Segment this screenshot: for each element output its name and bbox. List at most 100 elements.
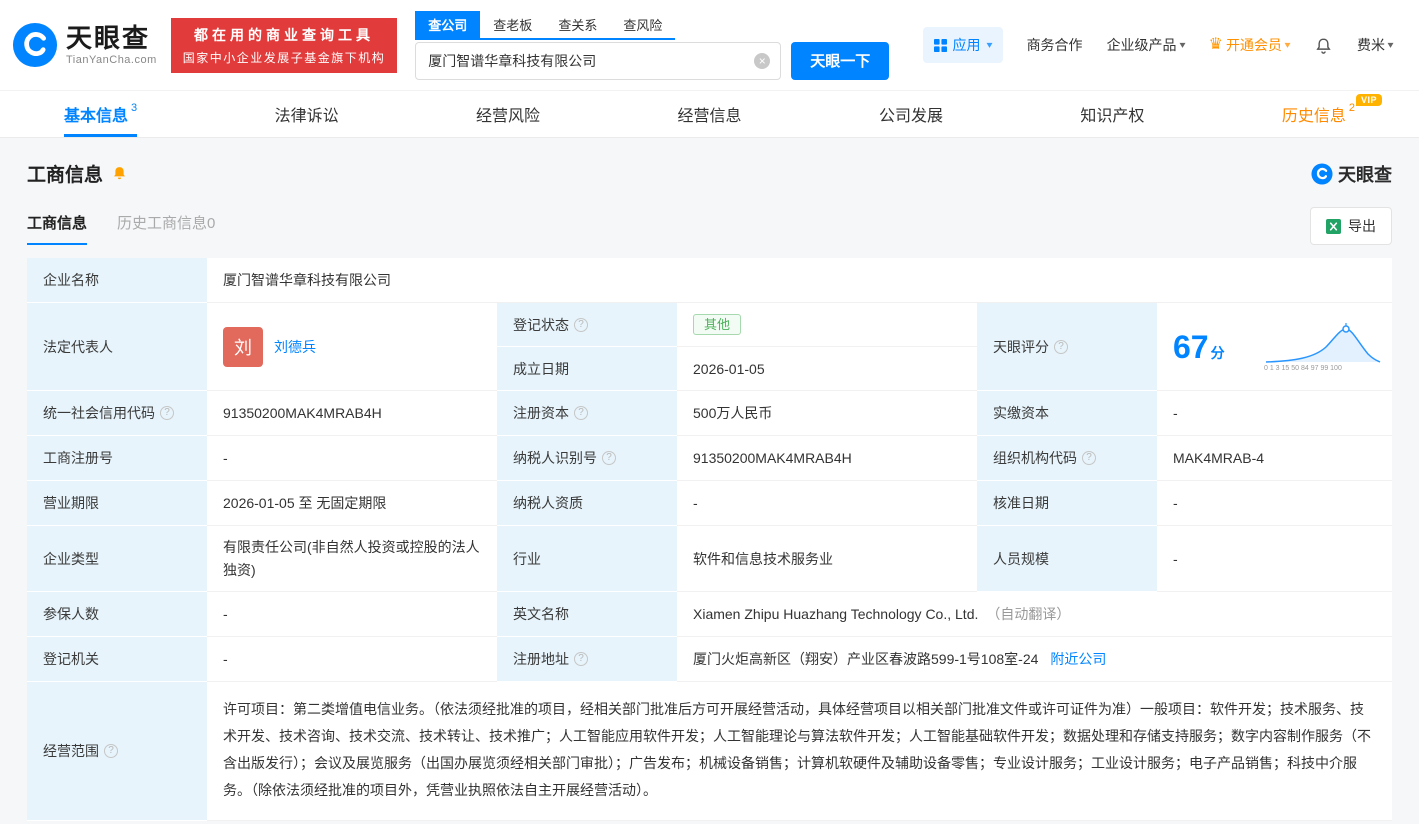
field-reg-status-label: 登记状态 ? [497,303,677,347]
help-question-icon[interactable]: ? [574,652,588,666]
chevron-down-icon: ▾ [1387,39,1394,51]
help-question-icon[interactable]: ? [160,406,174,420]
promo-line2: 国家中小企业发展子基金旗下机构 [182,50,386,65]
field-business-term-value: 2026-01-05 至 无固定期限 [207,481,497,526]
menu-cooperation[interactable]: 商务合作 [1027,35,1083,55]
field-reg-authority-value: - [207,637,497,682]
field-insured-count-label: 参保人数 [27,592,207,637]
help-question-icon[interactable]: ? [1054,339,1068,354]
field-reg-address-value: 厦门火炬高新区（翔安）产业区春波路599-1号108室-24 附近公司 [677,637,1392,682]
field-org-code-label: 组织机构代码 ? [977,436,1157,481]
score-axis-labels: 0 1 3 15 50 84 97 99 100 [1264,364,1342,372]
field-establish-date-value: 2026-01-05 [677,347,977,391]
menu-enterprise[interactable]: 企业级产品 ▾ [1107,35,1186,55]
clear-search-icon[interactable]: × [754,52,771,69]
field-score-value[interactable]: 67 分 0 1 3 15 50 84 97 99 100 [1157,303,1392,391]
field-taxpayer-id-value: 91350200MAK4MRAB4H [677,436,977,481]
tab-operating-risk[interactable]: 经营风险 [476,91,540,137]
brand-name: 天眼查 [66,22,151,53]
field-establish-date-label: 成立日期 [497,347,677,391]
score-number: 67 [1173,328,1209,365]
tab-legal-litigation[interactable]: 法律诉讼 [275,91,339,137]
vip-badge: VIP [1355,94,1382,106]
search-box[interactable]: × [415,41,782,80]
notification-bell-icon[interactable] [1314,36,1333,55]
field-reg-status-value: 其他 [677,303,977,347]
status-badge: 其他 [693,314,742,335]
field-credit-code-value: 91350200MAK4MRAB4H [207,391,497,436]
nearby-companies-link[interactable]: 附近公司 [1050,649,1106,669]
chevron-down-icon: ▾ [986,39,993,51]
menu-vip[interactable]: ♛ 开通会员 ▾ [1208,35,1291,55]
help-question-icon[interactable]: ? [574,317,588,332]
field-business-scope-label: 经营范围 ? [27,682,207,821]
top-menu: 应用 ▾ 商务合作 企业级产品 ▾ ♛ 开通会员 ▾ 费米 ▾ [922,27,1394,63]
tab-intellectual-property[interactable]: 知识产权 [1080,91,1144,137]
field-industry-value: 软件和信息技术服务业 [677,526,977,592]
legal-rep-link[interactable]: 刘德兵 [274,337,316,357]
field-reg-number-value: - [207,436,497,481]
export-button[interactable]: 导出 [1310,207,1392,245]
field-staff-size-label: 人员规模 [977,526,1157,592]
business-info-table: 企业名称 厦门智谱华章科技有限公司 法定代表人 刘 刘德兵 登记状态 ? 其他 … [27,258,1392,821]
field-taxpayer-quality-value: - [677,481,977,526]
field-score-label: 天眼评分 ? [977,303,1157,391]
legal-rep-avatar[interactable]: 刘 [223,326,263,367]
apps-menu-label: 应用 [952,37,981,53]
field-staff-size-value: - [1157,526,1392,592]
search-tab-boss[interactable]: 查老板 [480,11,545,38]
field-insured-count-value: - [207,592,497,637]
user-menu[interactable]: 费米 ▾ [1357,35,1394,55]
field-paid-capital-label: 实缴资本 [977,391,1157,436]
search-tab-relation[interactable]: 查关系 [545,11,610,38]
field-company-type-label: 企业类型 [27,526,207,592]
promo-line1: 都在用的商业查询工具 [194,26,375,43]
menu-vip-label: 开通会员 [1225,37,1282,53]
field-business-term-label: 营业期限 [27,481,207,526]
field-reg-capital-label: 注册资本 ? [497,391,677,436]
excel-icon [1326,218,1341,234]
search-tab-risk[interactable]: 查风险 [610,11,675,38]
page-title: 工商信息 [27,165,104,186]
search-tab-company[interactable]: 查公司 [415,10,481,38]
help-question-icon[interactable]: ? [602,451,616,465]
field-company-name-label: 企业名称 [27,258,207,303]
menu-cooperation-label: 商务合作 [1026,37,1083,53]
main-nav: 基本信息 3 法律诉讼 经营风险 经营信息 公司发展 知识产权 历史信息 2 V… [0,90,1419,138]
field-org-code-value: MAK4MRAB-4 [1157,436,1392,481]
tab-history-info-count: 2 [1348,102,1355,114]
help-question-icon[interactable]: ? [1082,451,1096,465]
grid-icon [933,38,947,52]
subtab-business-info[interactable]: 工商信息 [27,212,88,245]
field-english-name-label: 英文名称 [497,592,677,637]
field-company-name-value: 厦门智谱华章科技有限公司 [207,258,1392,303]
field-industry-label: 行业 [497,526,677,592]
field-taxpayer-id-label: 纳税人识别号 ? [497,436,677,481]
chevron-down-icon: ▾ [1284,39,1291,51]
apps-menu[interactable]: 应用 ▾ [922,27,1003,63]
score-distribution-chart: 0 1 3 15 50 84 97 99 100 [1264,322,1384,372]
tab-history-info[interactable]: 历史信息 2 VIP [1282,91,1382,137]
tianyancha-logo-icon [1311,162,1333,185]
help-question-icon[interactable]: ? [574,406,588,420]
chevron-down-icon: ▾ [1179,39,1186,51]
search-area: 查公司 查老板 查关系 查风险 × 天眼一下 [415,10,890,80]
field-english-name-value: Xiamen Zhipu Huazhang Technology Co., Lt… [677,592,1392,637]
field-reg-address-label: 注册地址 ? [497,637,677,682]
tab-basic-info[interactable]: 基本信息 3 [64,91,138,137]
promo-banner: 都在用的商业查询工具 国家中小企业发展子基金旗下机构 [170,17,398,73]
subscribe-bell-icon[interactable] [111,165,128,182]
field-paid-capital-value: - [1157,391,1392,436]
brand-logo[interactable]: 天眼查 TianYanCha.com [12,22,157,68]
field-credit-code-label: 统一社会信用代码 ? [27,391,207,436]
field-business-scope-value: 许可项目：第二类增值电信业务。（依法须经批准的项目，经相关部门批准后方可开展经营… [207,682,1392,821]
help-question-icon[interactable]: ? [104,744,118,758]
subtab-history-business-info[interactable]: 历史工商信息0 [117,212,215,245]
auto-translate-note: （自动翻译） [986,606,1071,622]
tab-company-development[interactable]: 公司发展 [879,91,943,137]
search-button[interactable]: 天眼一下 [791,41,890,80]
tab-operating-info[interactable]: 经营信息 [677,91,741,137]
crown-icon: ♛ [1208,36,1223,53]
company-search-input[interactable] [426,51,755,70]
brand-domain: TianYanCha.com [66,53,157,66]
